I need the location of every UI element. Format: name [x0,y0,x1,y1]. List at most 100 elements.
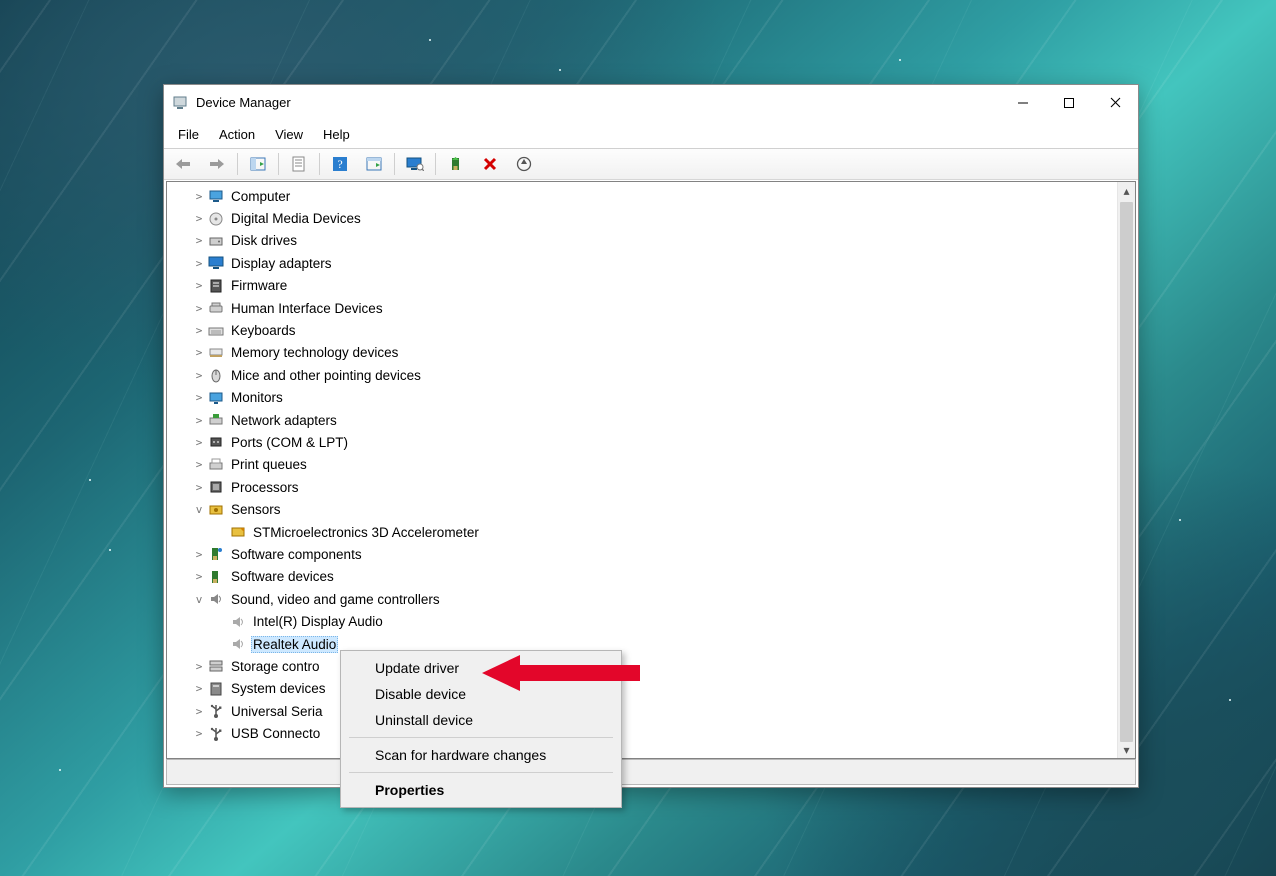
tree-node[interactable]: >Digital Media Devices [167,207,1117,229]
toolbar-panel-button[interactable] [242,150,274,178]
tree-node[interactable]: > Ports (COM & LPT) [167,431,1117,453]
expand-icon[interactable]: > [193,436,205,449]
tree-node[interactable]: >Display adapters [167,252,1117,274]
tree-node[interactable]: > Network adapters [167,409,1117,431]
toolbar-view-options-button[interactable] [358,150,390,178]
tree-node[interactable]: >Software devices [167,566,1117,588]
tree-node[interactable]: > Processors [167,476,1117,498]
title-bar[interactable]: Device Manager [164,85,1138,120]
status-bar [166,759,1136,785]
toolbar-update-driver-button[interactable] [440,150,472,178]
speaker-icon [230,636,246,652]
context-menu-ctx-update[interactable]: Update driver [341,655,621,681]
tree-node-label: Software components [229,546,364,563]
expand-icon[interactable]: > [193,257,205,270]
tree-node-label: Ports (COM & LPT) [229,434,350,451]
expand-icon[interactable]: > [193,190,205,203]
usb-icon [208,703,224,719]
tree-node[interactable]: vSound, video and game controllers [167,588,1117,610]
expand-icon[interactable]: > [193,682,205,695]
expand-icon[interactable]: > [193,324,205,337]
minimize-button[interactable] [1000,85,1046,120]
expand-icon[interactable]: > [193,212,205,225]
scroll-thumb[interactable] [1120,202,1133,742]
tree-node[interactable]: >Memory technology devices [167,342,1117,364]
toolbar-help-button[interactable]: ? [324,150,356,178]
mouse-icon [208,367,224,383]
tree-node-label: USB Connecto [229,725,322,742]
toolbar-forward-button[interactable] [201,150,233,178]
swcomp-icon [208,546,224,562]
scroll-down-button[interactable]: ▾ [1118,741,1135,758]
expand-icon[interactable]: > [193,727,205,740]
memory-icon [208,345,224,361]
expand-icon[interactable]: > [193,414,205,427]
toolbar-properties-button[interactable] [283,150,315,178]
context-menu-ctx-uninstall[interactable]: Uninstall device [341,707,621,733]
sensor-icon [208,502,224,518]
tree-node[interactable]: Realtek Audio [167,633,1117,655]
tree-node-label: Network adapters [229,412,339,429]
device-tree[interactable]: >Computer>Digital Media Devices>Disk dri… [167,182,1117,758]
tree-node[interactable]: >Disk drives [167,230,1117,252]
expand-icon[interactable]: > [193,570,205,583]
tree-node[interactable]: >Mice and other pointing devices [167,364,1117,386]
close-button[interactable] [1092,85,1138,120]
tree-node[interactable]: > Storage contro [167,655,1117,677]
menu-bar: File Action View Help [164,120,1138,149]
collapse-icon[interactable]: v [193,503,205,516]
toolbar-uninstall-button[interactable] [474,150,506,178]
toolbar-separator [319,153,320,175]
expand-icon[interactable]: > [193,391,205,404]
vertical-scrollbar[interactable]: ▴ ▾ [1117,182,1135,758]
menu-action[interactable]: Action [209,123,265,146]
menu-help[interactable]: Help [313,123,360,146]
expand-icon[interactable]: > [193,369,205,382]
tree-node[interactable]: >Print queues [167,454,1117,476]
speaker-icon [230,614,246,630]
toolbar-separator [237,153,238,175]
tree-node-label: Processors [229,479,301,496]
tree-node-label: Intel(R) Display Audio [251,613,385,630]
toolbar-monitor-button[interactable] [399,150,431,178]
tree-node[interactable]: STMicroelectronics 3D Accelerometer [167,521,1117,543]
expand-icon[interactable]: > [193,346,205,359]
printer-icon [208,457,224,473]
expand-icon[interactable]: > [193,660,205,673]
storage-icon [208,658,224,674]
expand-icon[interactable]: > [193,302,205,315]
collapse-icon[interactable]: v [193,593,205,606]
tree-node[interactable]: > USB Connecto [167,722,1117,744]
display-icon [208,255,224,271]
svg-text:?: ? [337,157,342,171]
tree-node[interactable]: >Monitors [167,387,1117,409]
expand-icon[interactable]: > [193,548,205,561]
maximize-button[interactable] [1046,85,1092,120]
tree-node[interactable]: Intel(R) Display Audio [167,610,1117,632]
expand-icon[interactable]: > [193,234,205,247]
expand-icon[interactable]: > [193,279,205,292]
toolbar-back-button[interactable] [167,150,199,178]
expand-icon[interactable]: > [193,705,205,718]
scroll-up-button[interactable]: ▴ [1118,182,1135,199]
tree-node[interactable]: >System devices [167,678,1117,700]
menu-view[interactable]: View [265,123,313,146]
menu-file[interactable]: File [168,123,209,146]
tree-node[interactable]: >Universal Seria [167,700,1117,722]
toolbar-scan-hardware-button[interactable] [508,150,540,178]
tree-node[interactable]: > Software components [167,543,1117,565]
tree-node[interactable]: >Keyboards [167,319,1117,341]
tree-node[interactable]: >Human Interface Devices [167,297,1117,319]
tree-node[interactable]: v Sensors [167,498,1117,520]
context-menu-ctx-disable[interactable]: Disable device [341,681,621,707]
tree-node-label: Sensors [229,501,283,518]
context-menu-ctx-props[interactable]: Properties [341,777,621,803]
expand-icon[interactable]: > [193,458,205,471]
tree-node[interactable]: >Computer [167,185,1117,207]
toolbar-separator [278,153,279,175]
tree-node[interactable]: >Firmware [167,275,1117,297]
tree-node-label: Storage contro [229,658,322,675]
device-manager-window: Device Manager File Action View Help ? >… [163,84,1139,788]
expand-icon[interactable]: > [193,481,205,494]
context-menu-ctx-scan[interactable]: Scan for hardware changes [341,742,621,768]
